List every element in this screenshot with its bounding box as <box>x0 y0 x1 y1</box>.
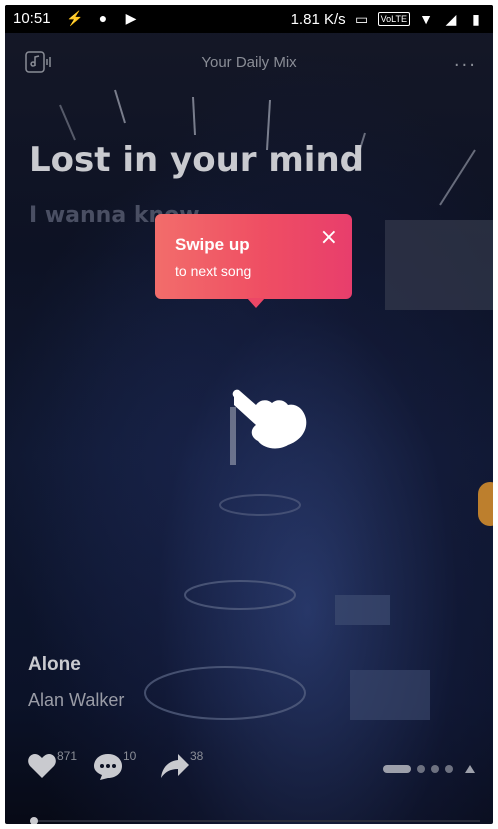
like-count: 871 <box>57 749 78 763</box>
close-icon[interactable]: × <box>320 227 338 249</box>
page-indicator <box>383 765 475 773</box>
status-bar: 10:51 ⚡ ● ▶ 1.81 K/s ▭ VoLTE ▼ ◢ ▮ <box>5 5 493 33</box>
video-icon: ▶ <box>125 10 137 26</box>
page-dot-active <box>383 765 411 773</box>
volte-badge: VoLTE <box>377 12 410 26</box>
player-header: Your Daily Mix ··· <box>5 33 493 79</box>
artist-name[interactable]: Alan Walker <box>28 690 124 711</box>
battery-icon: ▮ <box>472 11 480 27</box>
page-title: Your Daily Mix <box>201 54 297 71</box>
wifi-icon: ▼ <box>419 11 433 27</box>
progress-knob[interactable] <box>30 817 38 824</box>
share-icon <box>161 754 189 778</box>
comment-icon <box>94 754 122 780</box>
app-notification-icon: ⚡ <box>66 10 84 26</box>
share-button[interactable]: 38 <box>160 749 203 783</box>
like-button[interactable]: 871 <box>27 749 77 783</box>
song-title: Alone <box>28 654 81 675</box>
cast-icon: ▭ <box>355 11 369 27</box>
floating-widget[interactable] <box>478 482 493 526</box>
lyric-current-line: Lost in your mind <box>29 140 365 180</box>
playback-progress[interactable] <box>30 817 480 824</box>
more-options-icon[interactable]: ··· <box>454 55 477 76</box>
signal-icon: ◢ <box>445 11 457 27</box>
status-time: 10:51 <box>13 10 51 27</box>
network-speed: 1.81 K/s <box>290 10 346 28</box>
comment-count: 10 <box>123 749 137 763</box>
page-dot <box>445 765 453 773</box>
share-count: 38 <box>190 749 204 763</box>
swipe-hand-icon <box>230 389 307 465</box>
tooltip-title: Swipe up <box>175 235 250 254</box>
tooltip-subtitle: to next song <box>175 263 252 279</box>
page-dot <box>431 765 439 773</box>
status-left-icons: ⚡ ● ▶ <box>66 9 140 27</box>
heart-icon <box>28 754 56 778</box>
status-right-icons: 1.81 K/s ▭ VoLTE ▼ ◢ ▮ <box>291 10 485 28</box>
phone-screen: 10:51 ⚡ ● ▶ 1.81 K/s ▭ VoLTE ▼ ◢ ▮ Your … <box>5 5 493 824</box>
comment-button[interactable]: 10 <box>93 749 136 785</box>
up-arrow-icon[interactable] <box>465 765 475 773</box>
swipe-tooltip: Swipe up to next song × <box>155 214 352 308</box>
page-dot <box>417 765 425 773</box>
location-pin-icon: ● <box>98 10 108 26</box>
